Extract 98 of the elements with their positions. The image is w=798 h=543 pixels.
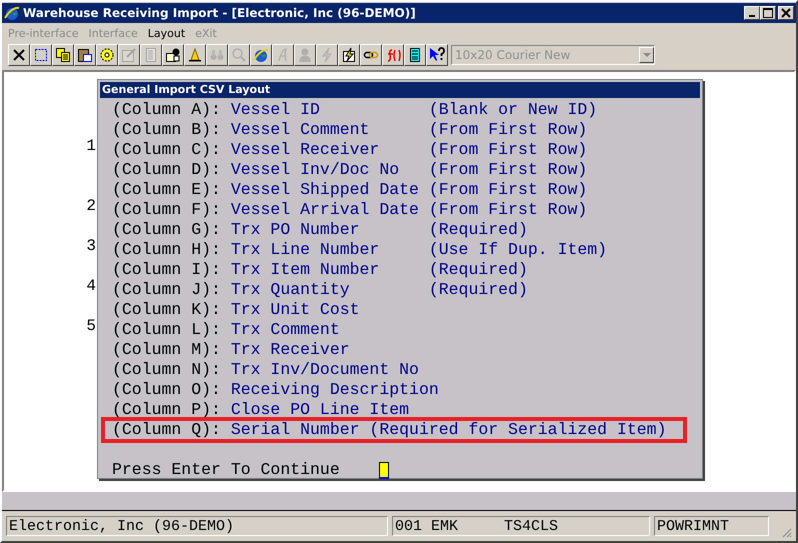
- field-name: Vessel Receiver: [230, 140, 380, 160]
- menu-item[interactable]: Layout: [148, 26, 186, 40]
- field-name: Trx Quantity: [230, 280, 351, 300]
- column-label: (Column Q):: [112, 420, 222, 440]
- properties-icon: [121, 47, 137, 63]
- field-note: (Required): [428, 220, 528, 240]
- toolbar-button[interactable]: [74, 44, 96, 66]
- field-note: (From First Row): [428, 160, 588, 180]
- toolbar-button[interactable]: [426, 44, 448, 66]
- cone-icon: [187, 47, 203, 63]
- field-note: (Blank or New ID): [428, 100, 598, 120]
- copy-icon: [55, 47, 71, 63]
- minimize-button[interactable]: [744, 6, 760, 20]
- column-label: (Column B):: [112, 120, 222, 140]
- user-text: 001 EMK: [395, 517, 458, 535]
- function-icon: [385, 47, 401, 63]
- field-name: Vessel Arrival Date: [230, 200, 420, 220]
- toolbar-button[interactable]: [250, 44, 272, 66]
- close-button[interactable]: [778, 6, 794, 20]
- minimize-icon: [749, 15, 755, 17]
- line-number: 1: [86, 136, 96, 156]
- close-icon: [11, 47, 27, 63]
- line-number: 5: [86, 316, 96, 336]
- column-label: (Column G):: [112, 220, 222, 240]
- field-name: Trx Item Number: [230, 260, 380, 280]
- field-name: Receiving Description: [230, 380, 439, 400]
- line-number: 4: [86, 276, 96, 296]
- column-label: (Column C):: [112, 140, 222, 160]
- caret-icon: [642, 53, 650, 57]
- person-icon: [297, 47, 313, 63]
- lightning-icon: [319, 47, 335, 63]
- terminal-text: TS4CLS: [504, 517, 558, 535]
- toolbar-button[interactable]: [52, 44, 74, 66]
- maximize-button[interactable]: [760, 6, 776, 20]
- help-pointer-icon: [429, 47, 445, 63]
- clipboard-icon: [77, 47, 93, 63]
- field-name: Trx Line Number: [230, 240, 380, 260]
- binoculars-icon: [209, 47, 225, 63]
- toolbar-button[interactable]: [96, 44, 118, 66]
- toolbar-button[interactable]: [404, 44, 426, 66]
- field-name: Vessel Inv/Doc No: [230, 160, 400, 180]
- column-label: (Column I):: [112, 260, 222, 280]
- field-name: Trx Unit Cost: [230, 300, 361, 320]
- column-label: (Column E):: [112, 180, 222, 200]
- person-card-icon: [165, 47, 181, 63]
- dashed-square-icon: [33, 47, 49, 63]
- column-label: (Column F):: [112, 200, 222, 220]
- column-label: (Column D):: [112, 160, 222, 180]
- field-note: (Required): [428, 280, 528, 300]
- lightning-document-icon: [341, 47, 357, 63]
- gear-icon: [99, 47, 115, 63]
- globe-icon: [253, 47, 269, 63]
- field-name: Trx PO Number: [230, 220, 361, 240]
- toolbar-button[interactable]: [360, 44, 382, 66]
- toolbar-button[interactable]: [382, 44, 404, 66]
- toolbar-button[interactable]: [184, 44, 206, 66]
- field-name: Vessel Comment: [230, 120, 370, 140]
- column-label: (Column P):: [112, 400, 222, 420]
- field-name: Trx Receiver: [230, 340, 351, 360]
- company-status: Electronic, Inc (96-DEMO): [6, 516, 388, 536]
- field-name: Close PO Line Item: [230, 400, 410, 420]
- field-note: (From First Row): [428, 180, 588, 200]
- column-label: (Column A):: [112, 100, 222, 120]
- resize-grip-icon: [780, 526, 792, 538]
- column-label: (Column O):: [112, 380, 222, 400]
- window-title: Warehouse Receiving Import - [Electronic, Inc (96-DEMO)]: [23, 6, 416, 20]
- field-name: Trx Inv/Document No: [230, 360, 420, 380]
- field-note: (Required): [428, 260, 528, 280]
- field-note: (Use If Dup. Item): [428, 240, 608, 260]
- prompt-text: Press Enter To Continue: [112, 460, 341, 480]
- field-name: Serial Number (Required for Serialized Item): [230, 420, 666, 440]
- maximize-icon: [763, 8, 773, 18]
- field-note: (From First Row): [428, 140, 588, 160]
- line-number: 2: [86, 196, 96, 216]
- column-label: (Column L):: [112, 320, 222, 340]
- document-icon: [143, 47, 159, 63]
- toolbar-button[interactable]: [162, 44, 184, 66]
- globe-icon: [4, 5, 20, 21]
- search-icon: [231, 47, 247, 63]
- column-label: (Column H):: [112, 240, 222, 260]
- field-name: Vessel Shipped Date: [230, 180, 420, 200]
- toolbar-button[interactable]: [8, 44, 30, 66]
- toolbar-button[interactable]: [30, 44, 52, 66]
- close-icon: [781, 8, 791, 18]
- text-cursor: [379, 462, 390, 478]
- dialog-title: General Import CSV Layout: [100, 82, 700, 98]
- field-name: Vessel ID: [230, 100, 321, 120]
- line-number: 3: [86, 236, 96, 256]
- calculator-icon: [407, 47, 423, 63]
- field-name: Trx Comment: [230, 320, 341, 340]
- column-label: (Column M):: [112, 340, 222, 360]
- column-label: (Column K):: [112, 300, 222, 320]
- field-note: (From First Row): [428, 200, 588, 220]
- field-note: (From First Row): [428, 120, 588, 140]
- program-status: POWRIMNT: [654, 516, 769, 536]
- column-label: (Column N):: [112, 360, 222, 380]
- column-label: (Column J):: [112, 280, 222, 300]
- toolbar-button[interactable]: [338, 44, 360, 66]
